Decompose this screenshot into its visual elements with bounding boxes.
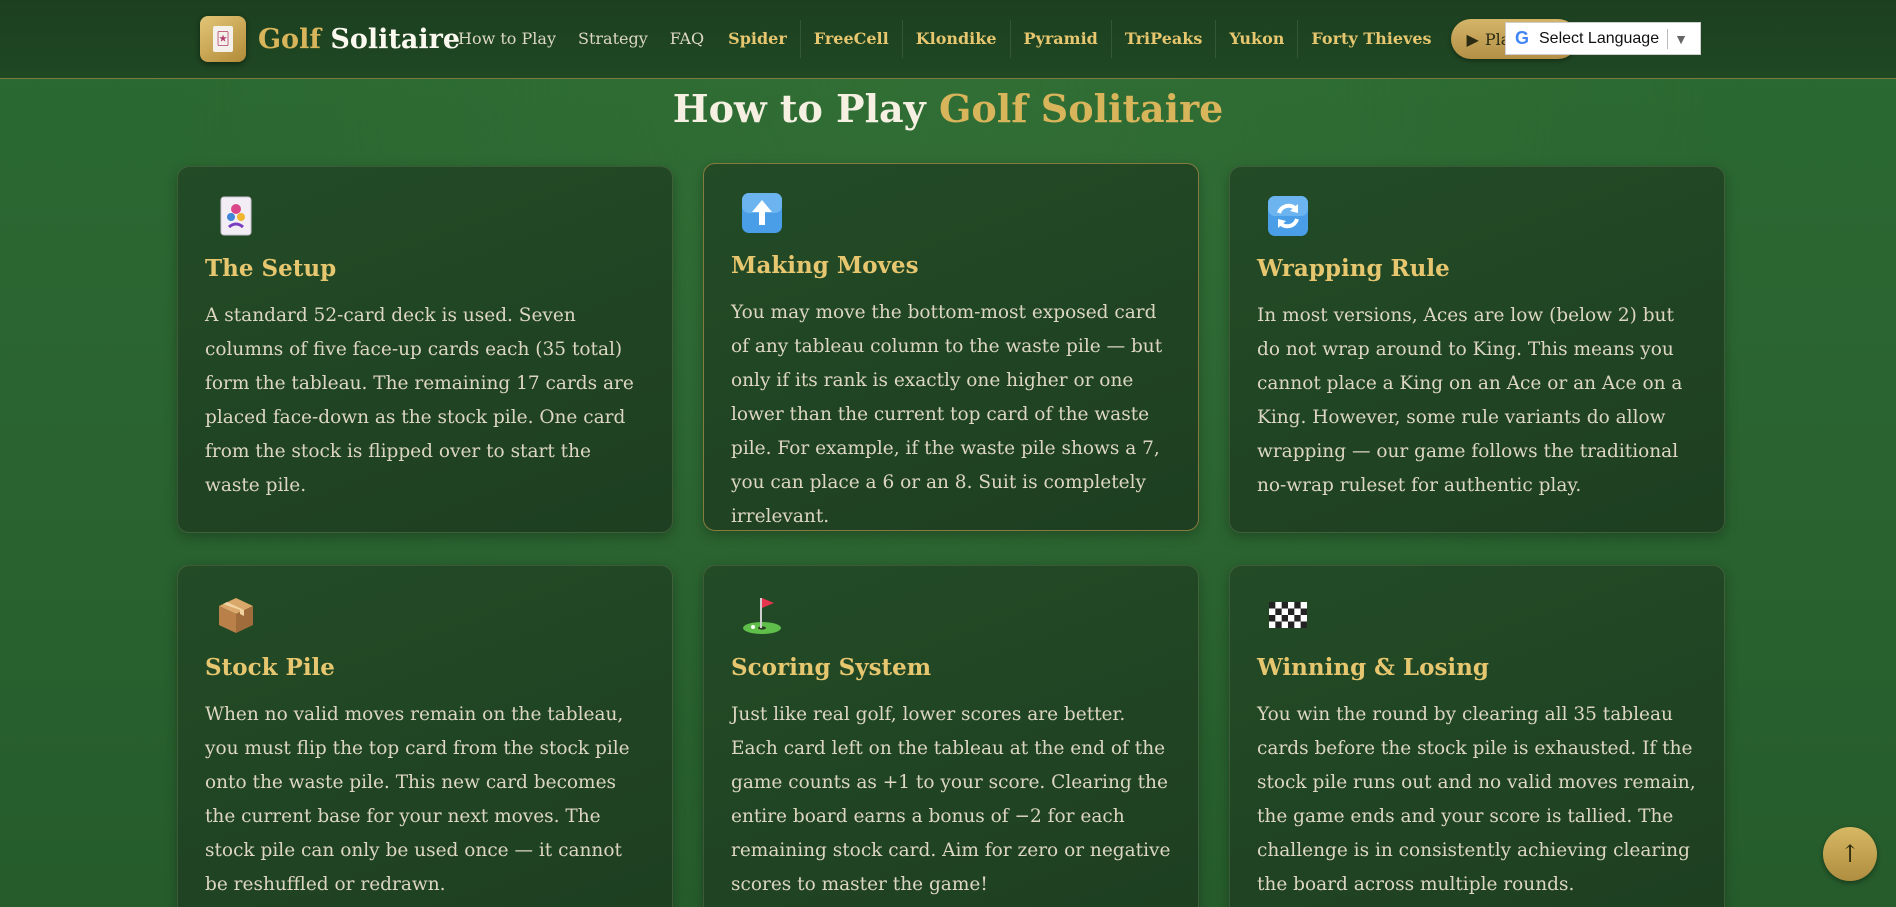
logo-badge: 🃏 xyxy=(200,16,246,62)
play-icon: ▶ xyxy=(1466,29,1479,49)
nav-game-tripeaks[interactable]: TriPeaks xyxy=(1110,20,1216,58)
joker-card-icon: 🃏 xyxy=(213,26,233,52)
card-body: Just like real golf, lower scores are be… xyxy=(731,704,1171,895)
scroll-to-top-button[interactable]: ↑ xyxy=(1823,827,1877,881)
nav-game-yukon[interactable]: Yukon xyxy=(1215,20,1297,58)
card-body: You may move the bottom-most exposed car… xyxy=(731,302,1163,527)
arrow-up-icon: ↑ xyxy=(1839,840,1861,868)
rule-card-scoring: Scoring System Just like real golf, lowe… xyxy=(703,565,1199,907)
page-title-gold: Golf Solitaire xyxy=(938,86,1224,131)
refresh-icon xyxy=(1265,193,1311,239)
site-logo[interactable]: 🃏 Golf Solitaire xyxy=(200,16,460,62)
card-body: In most versions, Aces are low (below 2)… xyxy=(1257,305,1683,496)
joker-card-icon xyxy=(213,193,259,239)
google-icon: G xyxy=(1514,28,1529,48)
site-header: 🃏 Golf Solitaire How to Play Strategy FA… xyxy=(0,0,1896,79)
checkered-flag-icon xyxy=(1265,592,1311,638)
nav-faq[interactable]: FAQ xyxy=(659,20,715,58)
rule-card-wrapping: Wrapping Rule In most versions, Aces are… xyxy=(1229,166,1725,533)
package-icon xyxy=(213,592,259,638)
card-title: Stock Pile xyxy=(205,654,335,681)
language-select[interactable]: G Select Language ▼ xyxy=(1505,22,1701,55)
card-body: You win the round by clearing all 35 tab… xyxy=(1257,704,1696,895)
card-title: Scoring System xyxy=(731,654,932,681)
card-title: Wrapping Rule xyxy=(1257,255,1450,282)
chevron-down-icon: ▼ xyxy=(1674,30,1688,47)
page-title-white: How to Play xyxy=(672,86,926,131)
card-title: Making Moves xyxy=(731,252,919,279)
card-title: Winning & Losing xyxy=(1257,654,1489,681)
rule-card-stock: Stock Pile When no valid moves remain on… xyxy=(177,565,673,907)
rule-card-winning: Winning & Losing You win the round by cl… xyxy=(1229,565,1725,907)
nav-game-pyramid[interactable]: Pyramid xyxy=(1009,20,1111,58)
nav-game-freecell[interactable]: FreeCell xyxy=(799,20,902,58)
nav-game-spider[interactable]: Spider xyxy=(715,20,800,58)
nav-how-to-play[interactable]: How to Play xyxy=(447,20,567,58)
logo-text-white: Solitaire xyxy=(330,23,461,55)
up-arrow-icon xyxy=(739,190,785,236)
nav-game-klondike[interactable]: Klondike xyxy=(901,20,1010,58)
card-body: A standard 52-card deck is used. Seven c… xyxy=(205,305,634,496)
main-nav: How to Play Strategy FAQ Spider FreeCell… xyxy=(447,19,1579,59)
card-title: The Setup xyxy=(205,255,337,282)
golf-flag-icon xyxy=(739,592,785,638)
language-divider xyxy=(1667,28,1669,49)
rule-card-setup: The Setup A standard 52-card deck is use… xyxy=(177,166,673,533)
nav-strategy[interactable]: Strategy xyxy=(567,20,659,58)
language-select-label: Select Language xyxy=(1539,29,1660,47)
page-title: How to Play Golf Solitaire xyxy=(0,86,1896,131)
card-body: When no valid moves remain on the tablea… xyxy=(205,704,630,895)
logo-text: Golf Solitaire xyxy=(258,24,460,55)
rule-card-moves: Making Moves You may move the bottom-mos… xyxy=(703,163,1199,531)
nav-game-forty-thieves[interactable]: Forty Thieves xyxy=(1297,20,1444,58)
logo-text-gold: Golf xyxy=(258,23,321,55)
